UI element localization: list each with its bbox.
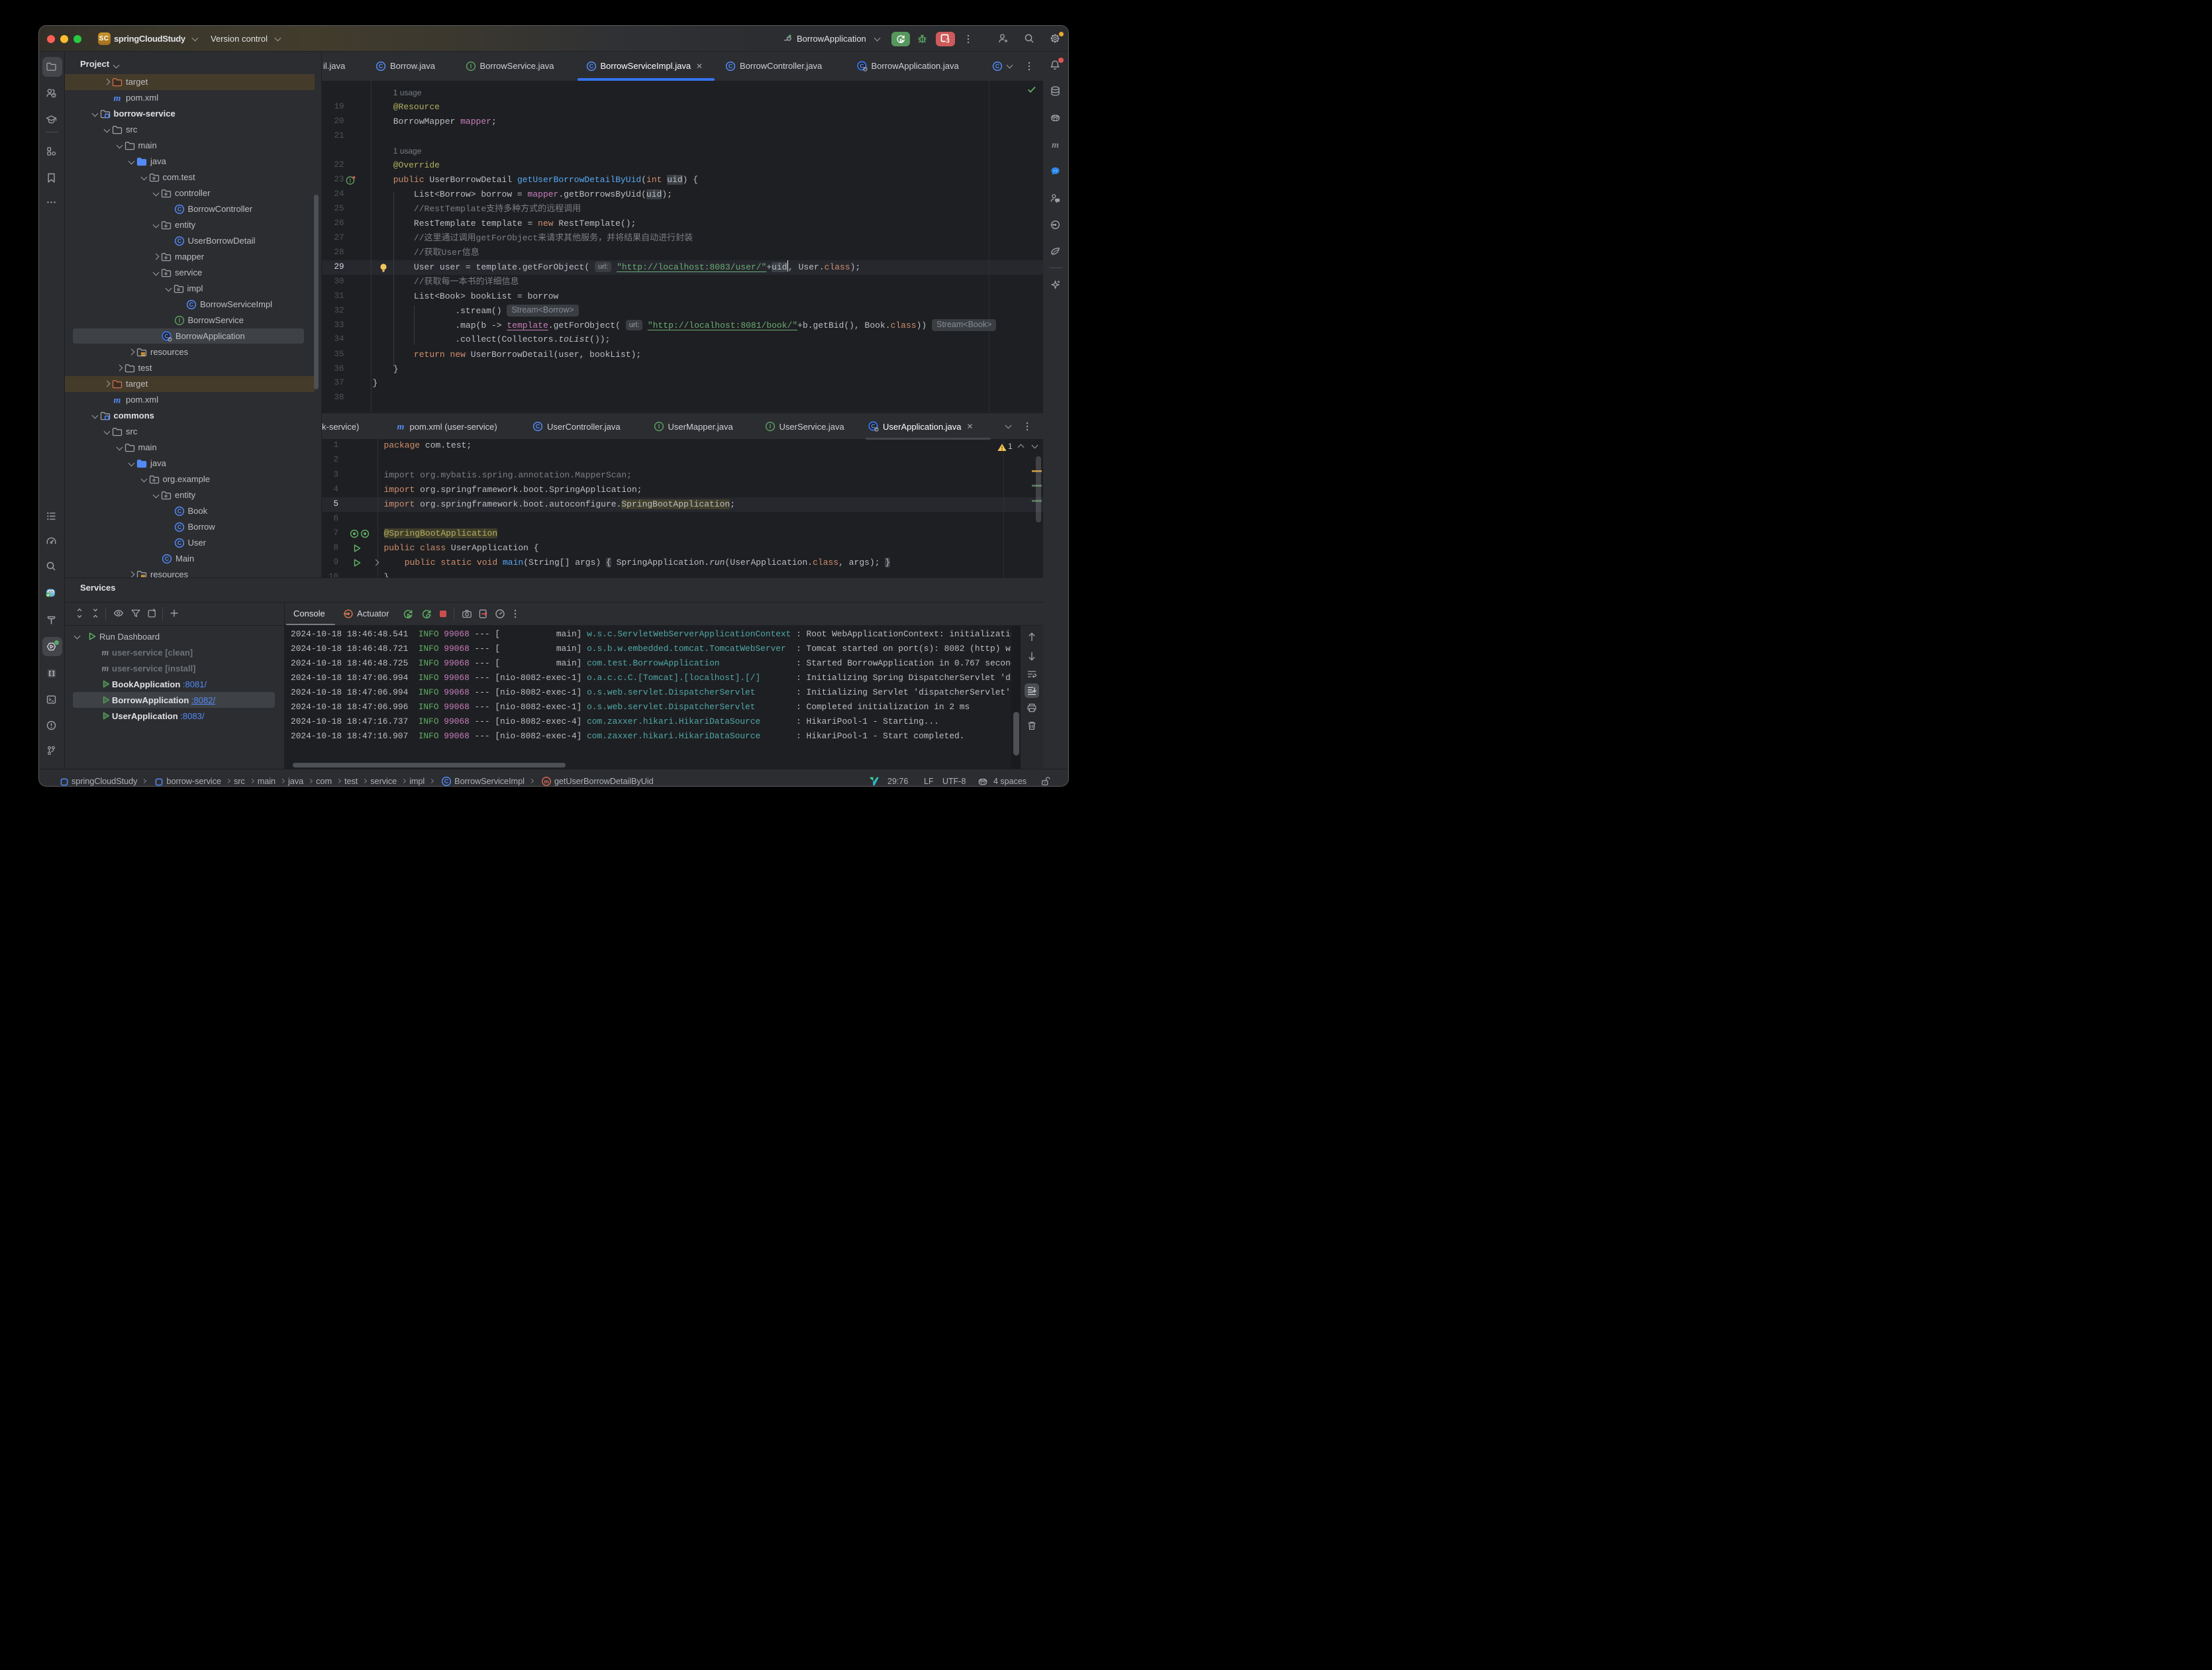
svg-text:3: 3 <box>946 37 950 44</box>
